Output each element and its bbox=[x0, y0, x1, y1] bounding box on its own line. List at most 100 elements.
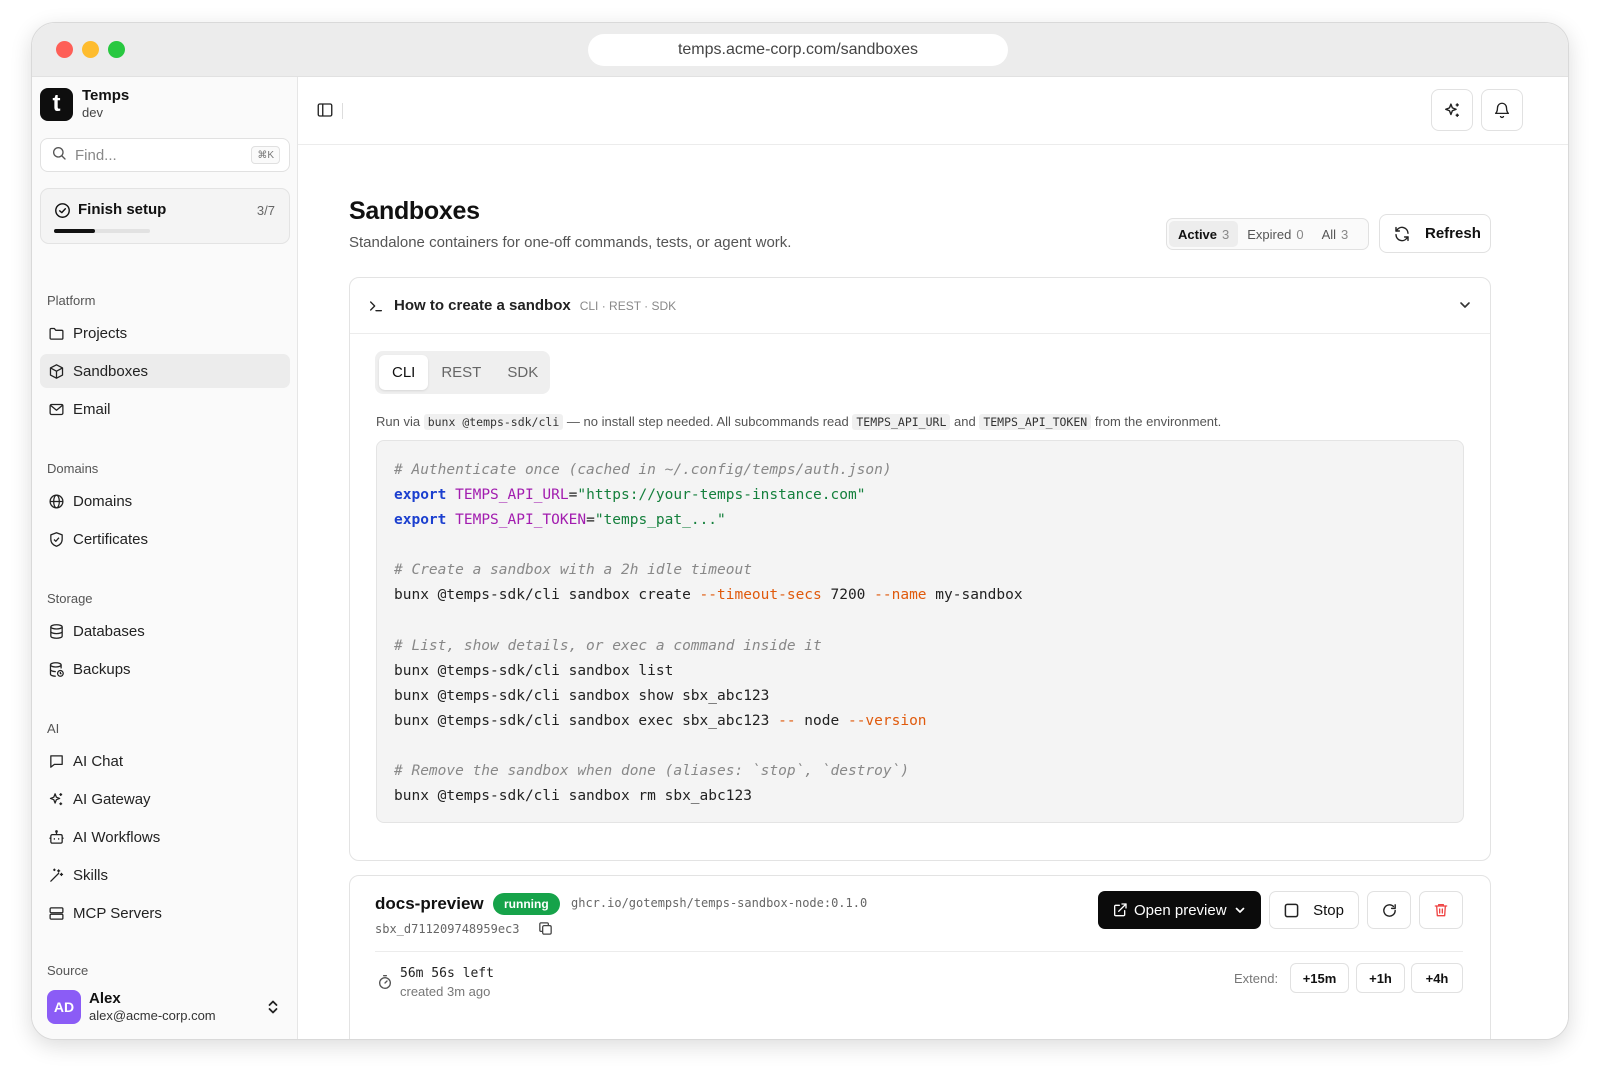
notifications-button[interactable] bbox=[1481, 89, 1523, 131]
sidebar-item-backups[interactable]: Backups bbox=[40, 652, 290, 686]
code-line: # Create a sandbox with a 2h idle timeou… bbox=[394, 562, 752, 579]
sidebar-item-certificates[interactable]: Certificates bbox=[40, 522, 290, 556]
extend-1h-button[interactable]: +1h bbox=[1356, 963, 1405, 993]
sidebar-item-databases[interactable]: Databases bbox=[40, 614, 290, 648]
server-icon bbox=[49, 906, 64, 920]
sidebar-item-mcp-servers[interactable]: MCP Servers bbox=[40, 896, 290, 930]
sandbox-name[interactable]: docs-preview bbox=[375, 894, 484, 914]
database-backup-icon bbox=[49, 661, 64, 677]
how-to-tabs: CLI REST SDK bbox=[375, 351, 550, 394]
sparkles-icon bbox=[49, 792, 63, 805]
status-badge: running bbox=[493, 893, 560, 915]
external-link-icon bbox=[1114, 903, 1127, 917]
refresh-button[interactable]: Refresh bbox=[1379, 214, 1491, 253]
sidebar-toggle-icon[interactable] bbox=[316, 101, 334, 124]
how-to-tags: CLI · REST · SDK bbox=[579, 298, 677, 313]
tab-sdk[interactable]: SDK bbox=[494, 355, 551, 390]
code-line: # Authenticate once (cached in ~/.config… bbox=[394, 462, 892, 478]
how-to-header[interactable]: How to create a sandbox CLI · REST · SDK bbox=[350, 278, 1490, 334]
rotate-icon bbox=[1382, 903, 1396, 917]
extend-15m-button[interactable]: +15m bbox=[1290, 963, 1349, 993]
setup-progress-fill bbox=[54, 229, 96, 233]
title-bar: temps.acme-corp.com/sandboxes bbox=[32, 23, 1568, 77]
sidebar-item-label: Projects bbox=[73, 324, 128, 342]
sidebar-item-label: MCP Servers bbox=[73, 904, 162, 922]
maximize-window-button[interactable] bbox=[108, 41, 125, 58]
sidebar-item-label: Email bbox=[73, 400, 111, 418]
database-icon bbox=[50, 623, 63, 639]
stop-button[interactable]: Stop bbox=[1269, 891, 1359, 929]
bell-icon bbox=[1494, 102, 1510, 119]
search-input[interactable] bbox=[75, 146, 245, 164]
terminal-icon bbox=[370, 300, 382, 311]
mail-icon bbox=[49, 403, 64, 415]
sidebar: t Temps dev ⌘K Finish setup 3/7 Platfor bbox=[32, 77, 298, 1039]
how-to-title: How to create a sandbox bbox=[394, 297, 571, 314]
brand[interactable]: t Temps dev bbox=[40, 87, 129, 121]
section-storage: Storage bbox=[47, 591, 93, 606]
sidebar-item-email[interactable]: Email bbox=[40, 392, 290, 426]
chat-icon bbox=[50, 754, 63, 768]
search-shortcut: ⌘K bbox=[251, 146, 280, 164]
finish-setup-count: 3/7 bbox=[256, 203, 275, 218]
sidebar-item-ai-chat[interactable]: AI Chat bbox=[40, 744, 290, 778]
user-name: Alex bbox=[89, 990, 121, 1007]
close-window-button[interactable] bbox=[56, 41, 73, 58]
ai-assistant-button[interactable] bbox=[1431, 89, 1473, 131]
user-menu[interactable]: AD Alex alex@acme-corp.com bbox=[40, 985, 290, 1029]
sidebar-item-domains[interactable]: Domains bbox=[40, 484, 290, 518]
bot-icon bbox=[49, 829, 64, 844]
sidebar-item-ai-gateway[interactable]: AI Gateway bbox=[40, 782, 290, 816]
section-platform: Platform bbox=[47, 293, 96, 308]
divider bbox=[375, 951, 1463, 952]
stop-label: Stop bbox=[1313, 901, 1344, 919]
avatar: AD bbox=[47, 990, 81, 1024]
sidebar-item-projects[interactable]: Projects bbox=[40, 316, 290, 350]
code-block[interactable]: # Authenticate once (cached in ~/.config… bbox=[376, 440, 1464, 823]
sidebar-item-label: Databases bbox=[73, 622, 145, 640]
finish-setup-card[interactable]: Finish setup 3/7 bbox=[40, 188, 290, 244]
how-to-panel: How to create a sandbox CLI · REST · SDK… bbox=[349, 277, 1491, 861]
section-ai: AI bbox=[47, 721, 60, 736]
chevron-down-icon[interactable] bbox=[1458, 298, 1472, 317]
sidebar-item-sandboxes[interactable]: Sandboxes bbox=[40, 354, 290, 388]
square-icon bbox=[1284, 903, 1299, 917]
box-icon bbox=[49, 363, 64, 379]
filter-active[interactable]: Active 3 bbox=[1169, 221, 1239, 247]
sidebar-item-ai-workflows[interactable]: AI Workflows bbox=[40, 820, 290, 854]
shield-icon bbox=[50, 531, 63, 547]
extend-4h-button[interactable]: +4h bbox=[1411, 963, 1463, 993]
globe-icon bbox=[49, 493, 64, 509]
minimize-window-button[interactable] bbox=[82, 41, 99, 58]
browser-window: temps.acme-corp.com/sandboxes t Temps de… bbox=[31, 22, 1569, 1040]
delete-button[interactable] bbox=[1419, 891, 1463, 929]
address-bar[interactable]: temps.acme-corp.com/sandboxes bbox=[588, 34, 1008, 66]
search-box[interactable]: ⌘K bbox=[40, 138, 290, 172]
filter-expired[interactable]: Expired 0 bbox=[1238, 221, 1312, 247]
user-email: alex@acme-corp.com bbox=[89, 1008, 216, 1023]
code-line: bunx @temps-sdk/cli sandbox show sbx_abc… bbox=[394, 687, 770, 704]
top-bar bbox=[298, 77, 1568, 145]
sidebar-item-skills[interactable]: Skills bbox=[40, 858, 290, 892]
open-preview-button[interactable]: Open preview bbox=[1098, 891, 1261, 929]
restart-button[interactable] bbox=[1367, 891, 1411, 929]
chevron-down-icon bbox=[1235, 907, 1244, 913]
divider bbox=[342, 103, 343, 119]
sidebar-item-label: Certificates bbox=[73, 530, 149, 548]
page-title: Sandboxes bbox=[349, 197, 480, 225]
sandbox-id: sbx_d711209748959ec3 bbox=[375, 922, 520, 936]
copy-icon[interactable] bbox=[537, 920, 554, 942]
run-via-text: Run via bunx @temps-sdk/cli — no install… bbox=[376, 414, 1222, 430]
trash-icon bbox=[1434, 904, 1448, 917]
code-line: export TEMPS_API_URL="https://your-temps… bbox=[394, 487, 866, 504]
sidebar-item-label: Domains bbox=[73, 492, 133, 510]
code-line: bunx @temps-sdk/cli sandbox exec sbx_abc… bbox=[394, 712, 927, 729]
tab-cli[interactable]: CLI bbox=[379, 355, 429, 390]
section-source: Source bbox=[47, 963, 89, 978]
sandbox-card: docs-preview running ghcr.io/gotempsh/te… bbox=[349, 875, 1491, 1039]
sidebar-item-label: Sandboxes bbox=[73, 362, 149, 380]
filter-all[interactable]: All 3 bbox=[1313, 221, 1358, 247]
tab-rest[interactable]: REST bbox=[428, 355, 494, 390]
